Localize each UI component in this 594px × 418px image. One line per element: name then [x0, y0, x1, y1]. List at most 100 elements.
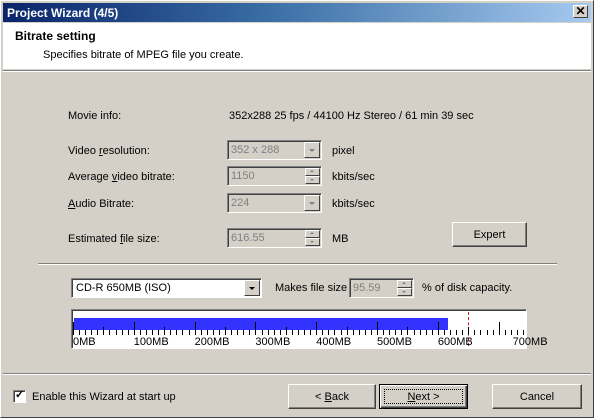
scale-tick	[170, 330, 172, 335]
scale-tick	[334, 330, 336, 335]
spin-down-button[interactable]	[397, 288, 412, 296]
scale-tick	[450, 330, 452, 335]
spin-up-icon	[310, 170, 314, 172]
scale-tick	[401, 330, 403, 335]
scale-label: 100MB	[133, 336, 169, 348]
scale-tick	[176, 330, 178, 335]
back-button[interactable]: < Back	[288, 384, 376, 409]
audio-bitrate-dropdown-button[interactable]	[304, 195, 320, 211]
scale-label: 500MB	[377, 336, 412, 348]
page-title: Bitrate setting	[15, 29, 96, 43]
scale-tick	[364, 330, 366, 335]
movie-info-label: Movie info:	[68, 110, 122, 122]
spin-up-button[interactable]	[305, 168, 320, 176]
scale-tick	[346, 327, 348, 335]
window-title: Project Wizard (4/5)	[7, 6, 119, 20]
footer-divider	[3, 373, 591, 375]
enable-wizard-checkbox[interactable]: ✓	[13, 389, 26, 403]
scale-tick	[310, 330, 312, 335]
scale-tick	[443, 330, 445, 335]
spin-down-button[interactable]	[305, 238, 320, 246]
scale-tick	[103, 327, 105, 335]
scale-tick	[79, 330, 81, 335]
scale-tick	[127, 330, 129, 335]
section-divider	[38, 263, 557, 265]
scale-tick	[182, 330, 184, 335]
video-resolution-select[interactable]: 352 x 288	[227, 140, 322, 160]
cancel-button[interactable]: Cancel	[492, 384, 582, 409]
scale-tick	[498, 322, 500, 335]
header-divider	[3, 70, 591, 72]
video-resolution-label: Video resolution:	[68, 145, 150, 157]
spin-down-icon	[310, 241, 314, 243]
enable-wizard-label[interactable]: Enable this Wizard at start up	[32, 391, 176, 403]
scale-tick	[231, 330, 233, 335]
scale-tick	[85, 330, 87, 335]
scale-tick	[352, 330, 354, 335]
scale-tick	[152, 330, 154, 335]
scale-tick	[133, 322, 135, 335]
estimated-file-size-spinner[interactable]: 616.55	[227, 228, 322, 248]
scale-tick	[91, 330, 93, 335]
scale-tick	[243, 330, 245, 335]
scale-tick	[158, 330, 160, 335]
close-button[interactable]: ✕	[573, 4, 588, 18]
estimated-file-size-label: Estimated file size:	[68, 233, 160, 245]
scale-tick	[413, 330, 415, 335]
avg-video-bitrate-spinner[interactable]: 1150	[227, 166, 322, 186]
video-resolution-dropdown-button[interactable]	[304, 142, 320, 158]
scale-tick	[267, 330, 269, 335]
spin-down-icon	[310, 179, 314, 181]
scale-label: 700MB	[512, 336, 548, 348]
scale-tick	[492, 330, 494, 335]
close-icon: ✕	[575, 4, 586, 18]
scale-tick	[249, 330, 251, 335]
scale-tick	[194, 322, 196, 335]
spin-down-icon	[402, 291, 406, 293]
video-resolution-unit: pixel	[332, 145, 355, 157]
next-button[interactable]: Next >	[379, 384, 468, 409]
scale-tick	[115, 330, 117, 335]
scale-tick	[225, 327, 227, 335]
scale-label: 600MB	[437, 336, 473, 348]
scale-label: 200MB	[194, 336, 230, 348]
scale-tick	[383, 330, 385, 335]
spin-up-button[interactable]	[397, 280, 412, 288]
scale-tick	[145, 330, 147, 335]
scale-tick	[237, 330, 239, 335]
scale-tick	[395, 330, 397, 335]
disk-type-dropdown-button[interactable]	[244, 280, 260, 296]
scale-tick	[97, 330, 99, 335]
scale-tick	[261, 330, 263, 335]
scale-tick	[206, 330, 208, 335]
scale-tick	[328, 330, 330, 335]
audio-bitrate-label: Audio Bitrate:	[68, 198, 135, 210]
audio-bitrate-select[interactable]: 224	[227, 193, 322, 213]
spin-up-button[interactable]	[305, 230, 320, 238]
scale-label: 300MB	[255, 336, 291, 348]
scale-tick	[121, 330, 123, 335]
avg-video-bitrate-unit: kbits/sec	[332, 171, 375, 183]
spin-down-button[interactable]	[305, 176, 320, 184]
scale-tick	[486, 330, 488, 335]
scale-tick	[73, 322, 74, 335]
scale-tick	[456, 330, 458, 335]
scale-tick	[188, 330, 190, 335]
makes-file-size-label: Makes file size	[275, 282, 348, 294]
project-wizard-window: Project Wizard (4/5) ✕ Bitrate setting S…	[0, 0, 594, 418]
expert-button[interactable]: Expert	[452, 222, 527, 247]
scale-tick	[377, 322, 379, 335]
disk-type-select[interactable]: CD-R 650MB (ISO)	[71, 278, 262, 298]
scale-tick	[407, 327, 409, 335]
scale-tick	[255, 322, 257, 335]
scale-tick	[389, 330, 391, 335]
disk-percent-spinner[interactable]: 95.59	[349, 278, 414, 298]
scale-tick	[340, 330, 342, 335]
spin-up-icon	[310, 232, 314, 234]
scale-tick	[218, 330, 220, 335]
scale-tick	[304, 330, 306, 335]
scale-tick	[419, 330, 421, 335]
capacity-fill	[74, 318, 448, 330]
scale-label: 0MB	[73, 336, 96, 348]
scale-tick	[425, 330, 427, 335]
